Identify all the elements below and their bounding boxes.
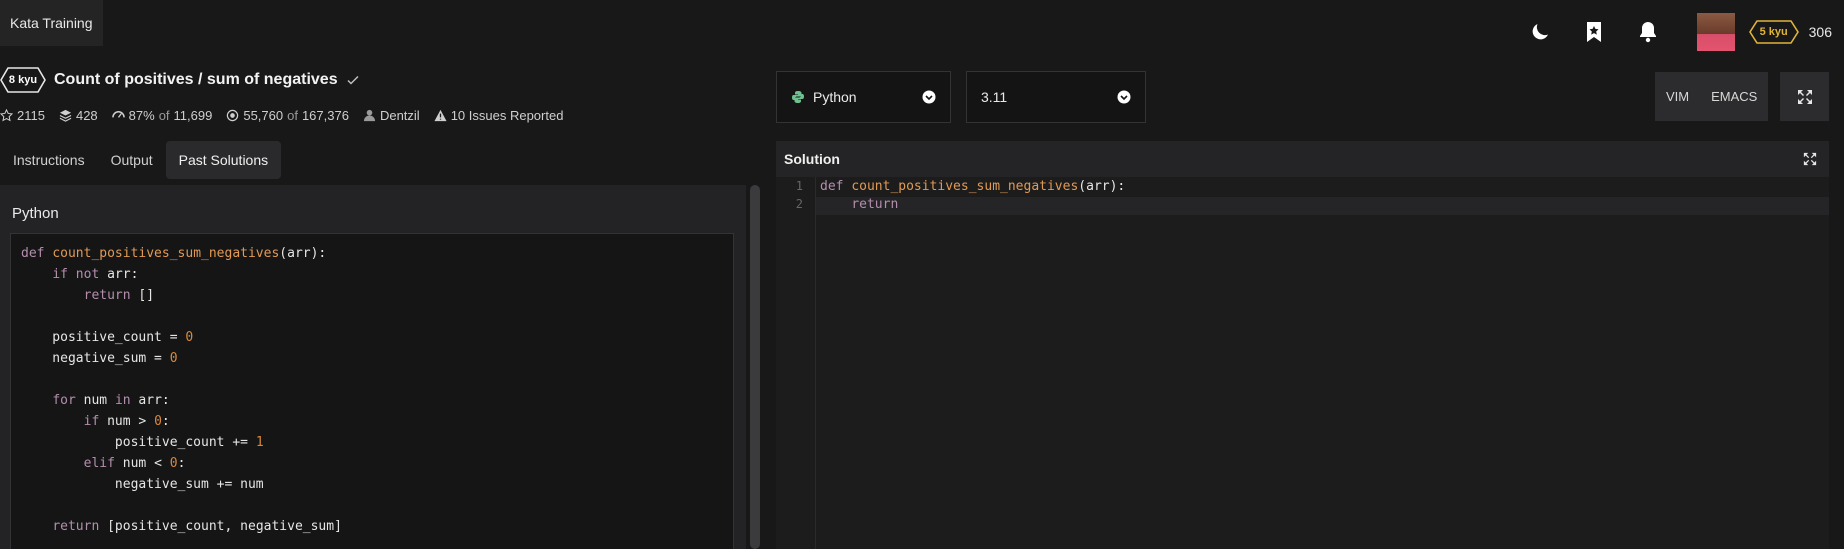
- user-icon: [363, 109, 376, 122]
- editor-mode-group: VIM EMACS: [1655, 72, 1769, 121]
- avatar[interactable]: [1696, 13, 1735, 51]
- rank-badge: 5 kyu: [1748, 20, 1799, 44]
- version-select-value: 3.11: [981, 89, 1008, 105]
- code-line-3: return []: [83, 288, 155, 303]
- code-line-5: positive_count = 0: [21, 330, 194, 345]
- past-solution-code: def count_positives_sum_negatives(arr): …: [21, 243, 342, 537]
- code-line-10: positive_count += 1: [21, 435, 264, 450]
- emacs-mode-button[interactable]: EMACS: [1700, 72, 1768, 121]
- fullscreen-button[interactable]: [1780, 72, 1829, 121]
- panel-tabs: Instructions Output Past Solutions: [0, 141, 282, 179]
- layers-icon: [59, 109, 72, 122]
- completed-stat: 55,760 of 167,376: [226, 108, 349, 123]
- code-line-1: def count_positives_sum_negatives(arr):: [21, 246, 327, 261]
- code-line-6: negative_sum = 0: [21, 351, 178, 366]
- editor-line-1[interactable]: def count_positives_sum_negatives(arr):: [820, 178, 1125, 196]
- chevron-down-icon: [1117, 90, 1131, 104]
- honor-count: 306: [1808, 24, 1832, 40]
- line-number-gutter: 1 2: [776, 177, 816, 549]
- rank-label: 5 kyu: [1759, 26, 1788, 38]
- chevron-down-icon: [922, 90, 936, 104]
- language-select[interactable]: Python: [776, 71, 951, 123]
- bell-icon[interactable]: [1635, 19, 1661, 45]
- expand-icon: [1797, 89, 1812, 104]
- tab-past-solutions[interactable]: Past Solutions: [165, 141, 282, 179]
- past-solutions-panel: Python def count_positives_sum_negatives…: [0, 185, 746, 549]
- kata-header: 8 kyu Count of positives / sum of negati…: [0, 66, 360, 94]
- code-line-12: negative_sum += num: [21, 477, 264, 492]
- left-panel-scrollbar[interactable]: [750, 185, 760, 549]
- solution-header: Solution: [776, 141, 1829, 177]
- satisfaction-total: 11,699: [173, 108, 213, 123]
- editor-line-2[interactable]: return: [820, 196, 898, 214]
- satisfaction-stat: 87% of 11,699: [111, 108, 213, 123]
- tab-instructions[interactable]: Instructions: [0, 141, 98, 179]
- kata-title: Count of positives / sum of negatives: [54, 71, 338, 88]
- code-editor[interactable]: 1 2 def count_positives_sum_negatives(ar…: [776, 177, 1829, 549]
- completed-value: 55,760: [243, 108, 284, 123]
- code-line-8: for num in arr:: [52, 393, 170, 408]
- python-icon: [792, 91, 804, 103]
- stars-count: 2115: [17, 108, 45, 123]
- stars-stat[interactable]: 2115: [0, 108, 45, 123]
- line-number: 2: [795, 197, 803, 211]
- window-tab-title[interactable]: Kata Training: [0, 0, 103, 46]
- code-line-11: elif num < 0:: [83, 456, 186, 471]
- code-line-14: return [positive_count, negative_sum]: [52, 519, 342, 534]
- moon-icon[interactable]: [1527, 19, 1553, 45]
- top-bar: Kata Training 5 kyu 306: [0, 0, 1844, 56]
- kyu-label: 8 kyu: [8, 74, 38, 86]
- past-solution-code-block: def count_positives_sum_negatives(arr): …: [10, 233, 734, 549]
- active-line-highlight: [816, 197, 1829, 215]
- satisfaction-of: of: [158, 108, 170, 123]
- satisfaction-value: 87%: [128, 108, 155, 123]
- check-icon: [347, 75, 359, 85]
- solution-title: Solution: [784, 151, 840, 167]
- warning-icon: [434, 109, 447, 122]
- version-select[interactable]: 3.11: [966, 71, 1146, 123]
- issues-label: 10 Issues Reported: [450, 108, 564, 123]
- kyu-badge: 8 kyu: [0, 67, 46, 93]
- issues-stat[interactable]: 10 Issues Reported: [434, 108, 564, 123]
- bookmark-star-icon[interactable]: [1581, 19, 1607, 45]
- code-line-9: if num > 0:: [83, 414, 170, 429]
- collections-count: 428: [75, 108, 98, 123]
- code-line-2: if not arr:: [52, 267, 139, 282]
- tab-output[interactable]: Output: [98, 141, 166, 179]
- line-number: 1: [795, 179, 803, 193]
- collections-stat[interactable]: 428: [59, 108, 98, 123]
- language-select-value: Python: [813, 89, 857, 105]
- expand-icon[interactable]: [1803, 152, 1817, 166]
- target-icon: [227, 109, 239, 122]
- author-name: Dentzil: [379, 108, 420, 123]
- completed-total: 167,376: [301, 108, 349, 123]
- kata-stats: 2115 428 87% of 11,699 55,760 of 167,376…: [0, 108, 577, 123]
- eye-rating-icon: [111, 111, 125, 118]
- completed-of: of: [287, 108, 298, 123]
- author-stat[interactable]: Dentzil: [363, 108, 420, 123]
- vim-mode-button[interactable]: VIM: [1655, 72, 1700, 121]
- star-icon: [0, 109, 13, 122]
- solution-language-heading: Python: [12, 205, 59, 222]
- top-icons: 5 kyu 306: [1499, 12, 1832, 52]
